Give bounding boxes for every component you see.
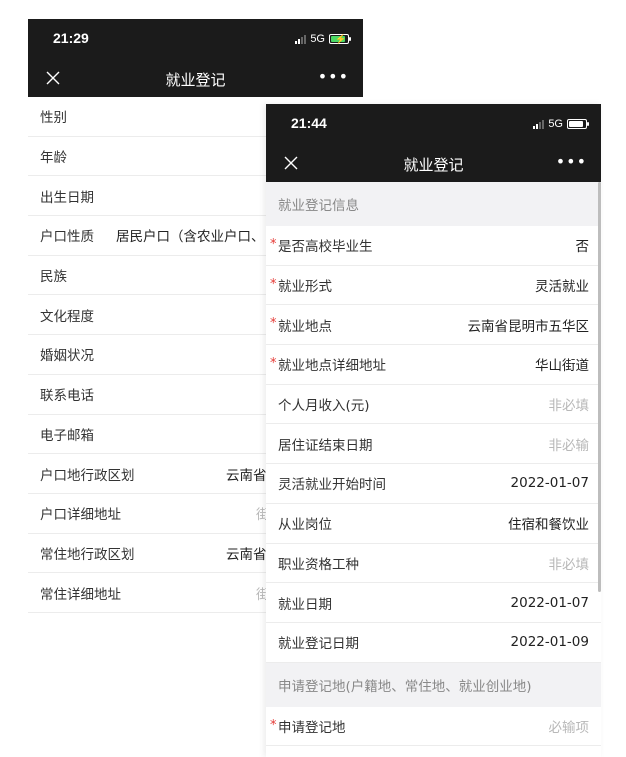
row-label: 婚姻状况 xyxy=(40,348,94,365)
row-label: 电子邮箱 xyxy=(40,427,94,444)
row-value[interactable]: 云南省昆明市五华区 xyxy=(468,315,590,335)
status-time: 21:44 xyxy=(291,115,327,131)
form-row[interactable]: 个人月收入(元) 非必填 xyxy=(266,385,601,425)
signal-icon xyxy=(533,119,545,129)
row-label: 就业登记日期 xyxy=(278,636,359,653)
row-label: 常住详细地址 xyxy=(40,586,121,603)
row-label: 年龄 xyxy=(40,150,67,167)
status-indicators: 5G ⚡ xyxy=(295,33,351,45)
status-bar: 21:29 5G ⚡ xyxy=(28,19,363,61)
section-header-employment-info: 就业登记信息 xyxy=(266,182,601,226)
row-label: 户口详细地址 xyxy=(40,507,121,524)
form-row[interactable]: * 就业地点详细地址 华山街道 xyxy=(266,345,601,385)
row-value[interactable]: 云南省 xyxy=(226,464,267,484)
more-icon[interactable]: ••• xyxy=(556,152,587,171)
row-label: 文化程度 xyxy=(40,308,94,325)
form-row[interactable]: 从业岗位 住宿和餐饮业 xyxy=(266,504,601,544)
required-mark: * xyxy=(270,356,277,372)
required-mark: * xyxy=(270,717,277,733)
apply-location-list: * 申请登记地 必输项 xyxy=(266,706,601,747)
section-header-apply-location: 申请登记地(户籍地、常住地、就业创业地) xyxy=(266,662,601,707)
row-value[interactable]: 非必输 xyxy=(549,434,590,454)
battery-icon xyxy=(567,119,589,129)
row-value[interactable]: 华山街道 xyxy=(535,354,589,374)
battery-icon: ⚡ xyxy=(329,34,351,44)
signal-icon xyxy=(295,34,307,44)
row-label: 民族 xyxy=(40,269,67,286)
page-title: 就业登记 xyxy=(403,156,464,174)
status-bar: 21:44 5G xyxy=(266,104,601,146)
row-label: 联系电话 xyxy=(40,388,94,405)
row-value[interactable]: 居民户口（含农业户口、 xyxy=(116,225,265,245)
form-row[interactable]: 就业日期 2022-01-07 xyxy=(266,583,601,623)
row-value[interactable]: 2022-01-07 xyxy=(511,595,589,611)
row-label: 职业资格工种 xyxy=(278,556,359,573)
row-label: 居住证结束日期 xyxy=(278,437,373,454)
network-label: 5G xyxy=(310,33,325,45)
form-row[interactable]: 居住证结束日期 非必输 xyxy=(266,424,601,465)
front-phone-screen: 21:44 5G 就业登记 ••• 就业登记信息 * 是否高校毕业生否 * 就业形式灵… xyxy=(266,104,601,757)
row-value[interactable]: 2022-01-09 xyxy=(511,634,589,650)
status-indicators: 5G xyxy=(533,118,589,130)
row-label: 就业地点详细地址 xyxy=(278,358,386,375)
row-label: 灵活就业开始时间 xyxy=(278,477,386,494)
row-value[interactable]: 住宿和餐饮业 xyxy=(508,513,589,533)
form-row-apply-location[interactable]: * 申请登记地 必输项 xyxy=(266,707,601,747)
row-value[interactable]: 云南省 xyxy=(226,543,267,563)
row-label: 性别 xyxy=(40,110,67,127)
row-label: 是否高校毕业生 xyxy=(278,239,373,256)
form-row[interactable]: 职业资格工种 非必填 xyxy=(266,544,601,584)
row-label: 出生日期 xyxy=(40,189,94,206)
form-row[interactable]: * 就业地点 云南省昆明市五华区 xyxy=(266,305,601,346)
row-label: 户口性质 xyxy=(40,229,94,246)
network-label: 5G xyxy=(548,118,563,130)
row-label: 户口地行政区划 xyxy=(40,467,135,484)
row-value[interactable]: 2022-01-07 xyxy=(511,475,589,491)
status-time: 21:29 xyxy=(53,30,89,46)
row-label: 常住地行政区划 xyxy=(40,546,135,563)
scrollbar[interactable] xyxy=(598,182,601,592)
row-value[interactable]: 否 xyxy=(576,235,590,255)
form-row[interactable]: 就业登记日期 2022-01-09 xyxy=(266,623,601,663)
employment-info-list: * 是否高校毕业生否 * 就业形式 灵活就业 * 就业地点 云南省昆明市五华区 * 就业地点详细地… xyxy=(266,226,601,663)
row-value[interactable]: 必输项 xyxy=(549,716,590,736)
required-mark: * xyxy=(270,316,277,332)
row-value[interactable]: 非必填 xyxy=(549,394,590,414)
row-value[interactable]: 非必填 xyxy=(549,553,590,573)
form-row[interactable]: * 是否高校毕业生 否 xyxy=(266,226,601,266)
more-icon[interactable]: ••• xyxy=(318,67,349,86)
row-label: 申请登记地 xyxy=(278,719,346,736)
row-label: 就业日期 xyxy=(278,596,332,613)
form-row[interactable]: 灵活就业开始时间 2022-01-07 xyxy=(266,464,601,504)
required-mark: * xyxy=(270,276,277,292)
row-label: 个人月收入(元) xyxy=(278,398,370,415)
nav-bar: 就业登记 ••• xyxy=(266,146,601,182)
required-mark: * xyxy=(270,237,277,252)
form-row[interactable]: * 就业形式 灵活就业 xyxy=(266,266,601,306)
page-title: 就业登记 xyxy=(165,71,226,89)
nav-bar: 就业登记 ••• xyxy=(28,61,363,97)
row-label: 从业岗位 xyxy=(278,517,332,534)
row-value[interactable]: 灵活就业 xyxy=(535,275,589,295)
